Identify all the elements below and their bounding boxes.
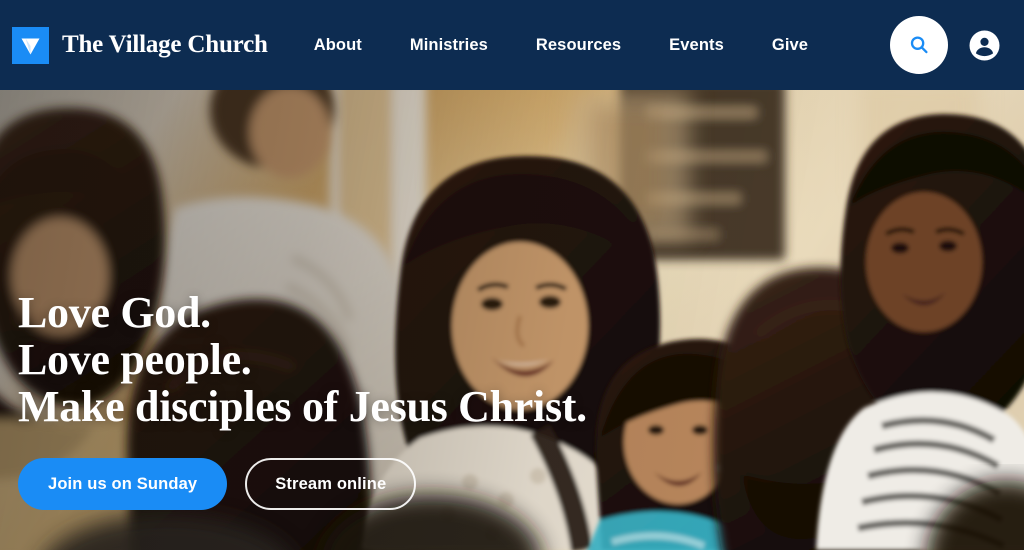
nav-item-about[interactable]: About — [314, 26, 362, 65]
nav-item-resources[interactable]: Resources — [536, 26, 621, 65]
nav-item-events[interactable]: Events — [669, 26, 724, 65]
main-navigation: About Ministries Resources Events Give — [314, 26, 808, 65]
nav-item-give[interactable]: Give — [772, 26, 808, 65]
hero-headline: Love God. Love people. Make disciples of… — [18, 289, 918, 430]
hero-headline-line-2: Love people. — [18, 335, 252, 384]
join-us-on-sunday-button[interactable]: Join us on Sunday — [18, 458, 228, 510]
brand-name: The Village Church — [62, 31, 268, 58]
page-root: The Village Church About Ministries Reso… — [0, 0, 1024, 550]
hero-section: Love God. Love people. Make disciples of… — [0, 90, 1024, 550]
hero-headline-line-1: Love God. — [18, 288, 211, 337]
village-church-v-logo-icon — [12, 26, 49, 64]
hero-headline-line-3: Make disciples of Jesus Christ. — [18, 382, 587, 431]
search-icon — [907, 33, 931, 57]
hero-cta-group: Join us on Sunday Stream online — [18, 458, 918, 510]
site-header: The Village Church About Ministries Reso… — [0, 0, 1024, 90]
brand-home-link[interactable]: The Village Church — [12, 26, 268, 64]
search-button[interactable] — [890, 16, 948, 74]
header-actions — [890, 16, 1000, 74]
account-button[interactable] — [968, 29, 1000, 61]
nav-item-ministries[interactable]: Ministries — [410, 26, 488, 65]
stream-online-button[interactable]: Stream online — [245, 458, 417, 510]
hero-content: Love God. Love people. Make disciples of… — [18, 289, 918, 510]
account-circle-icon — [969, 30, 1000, 61]
